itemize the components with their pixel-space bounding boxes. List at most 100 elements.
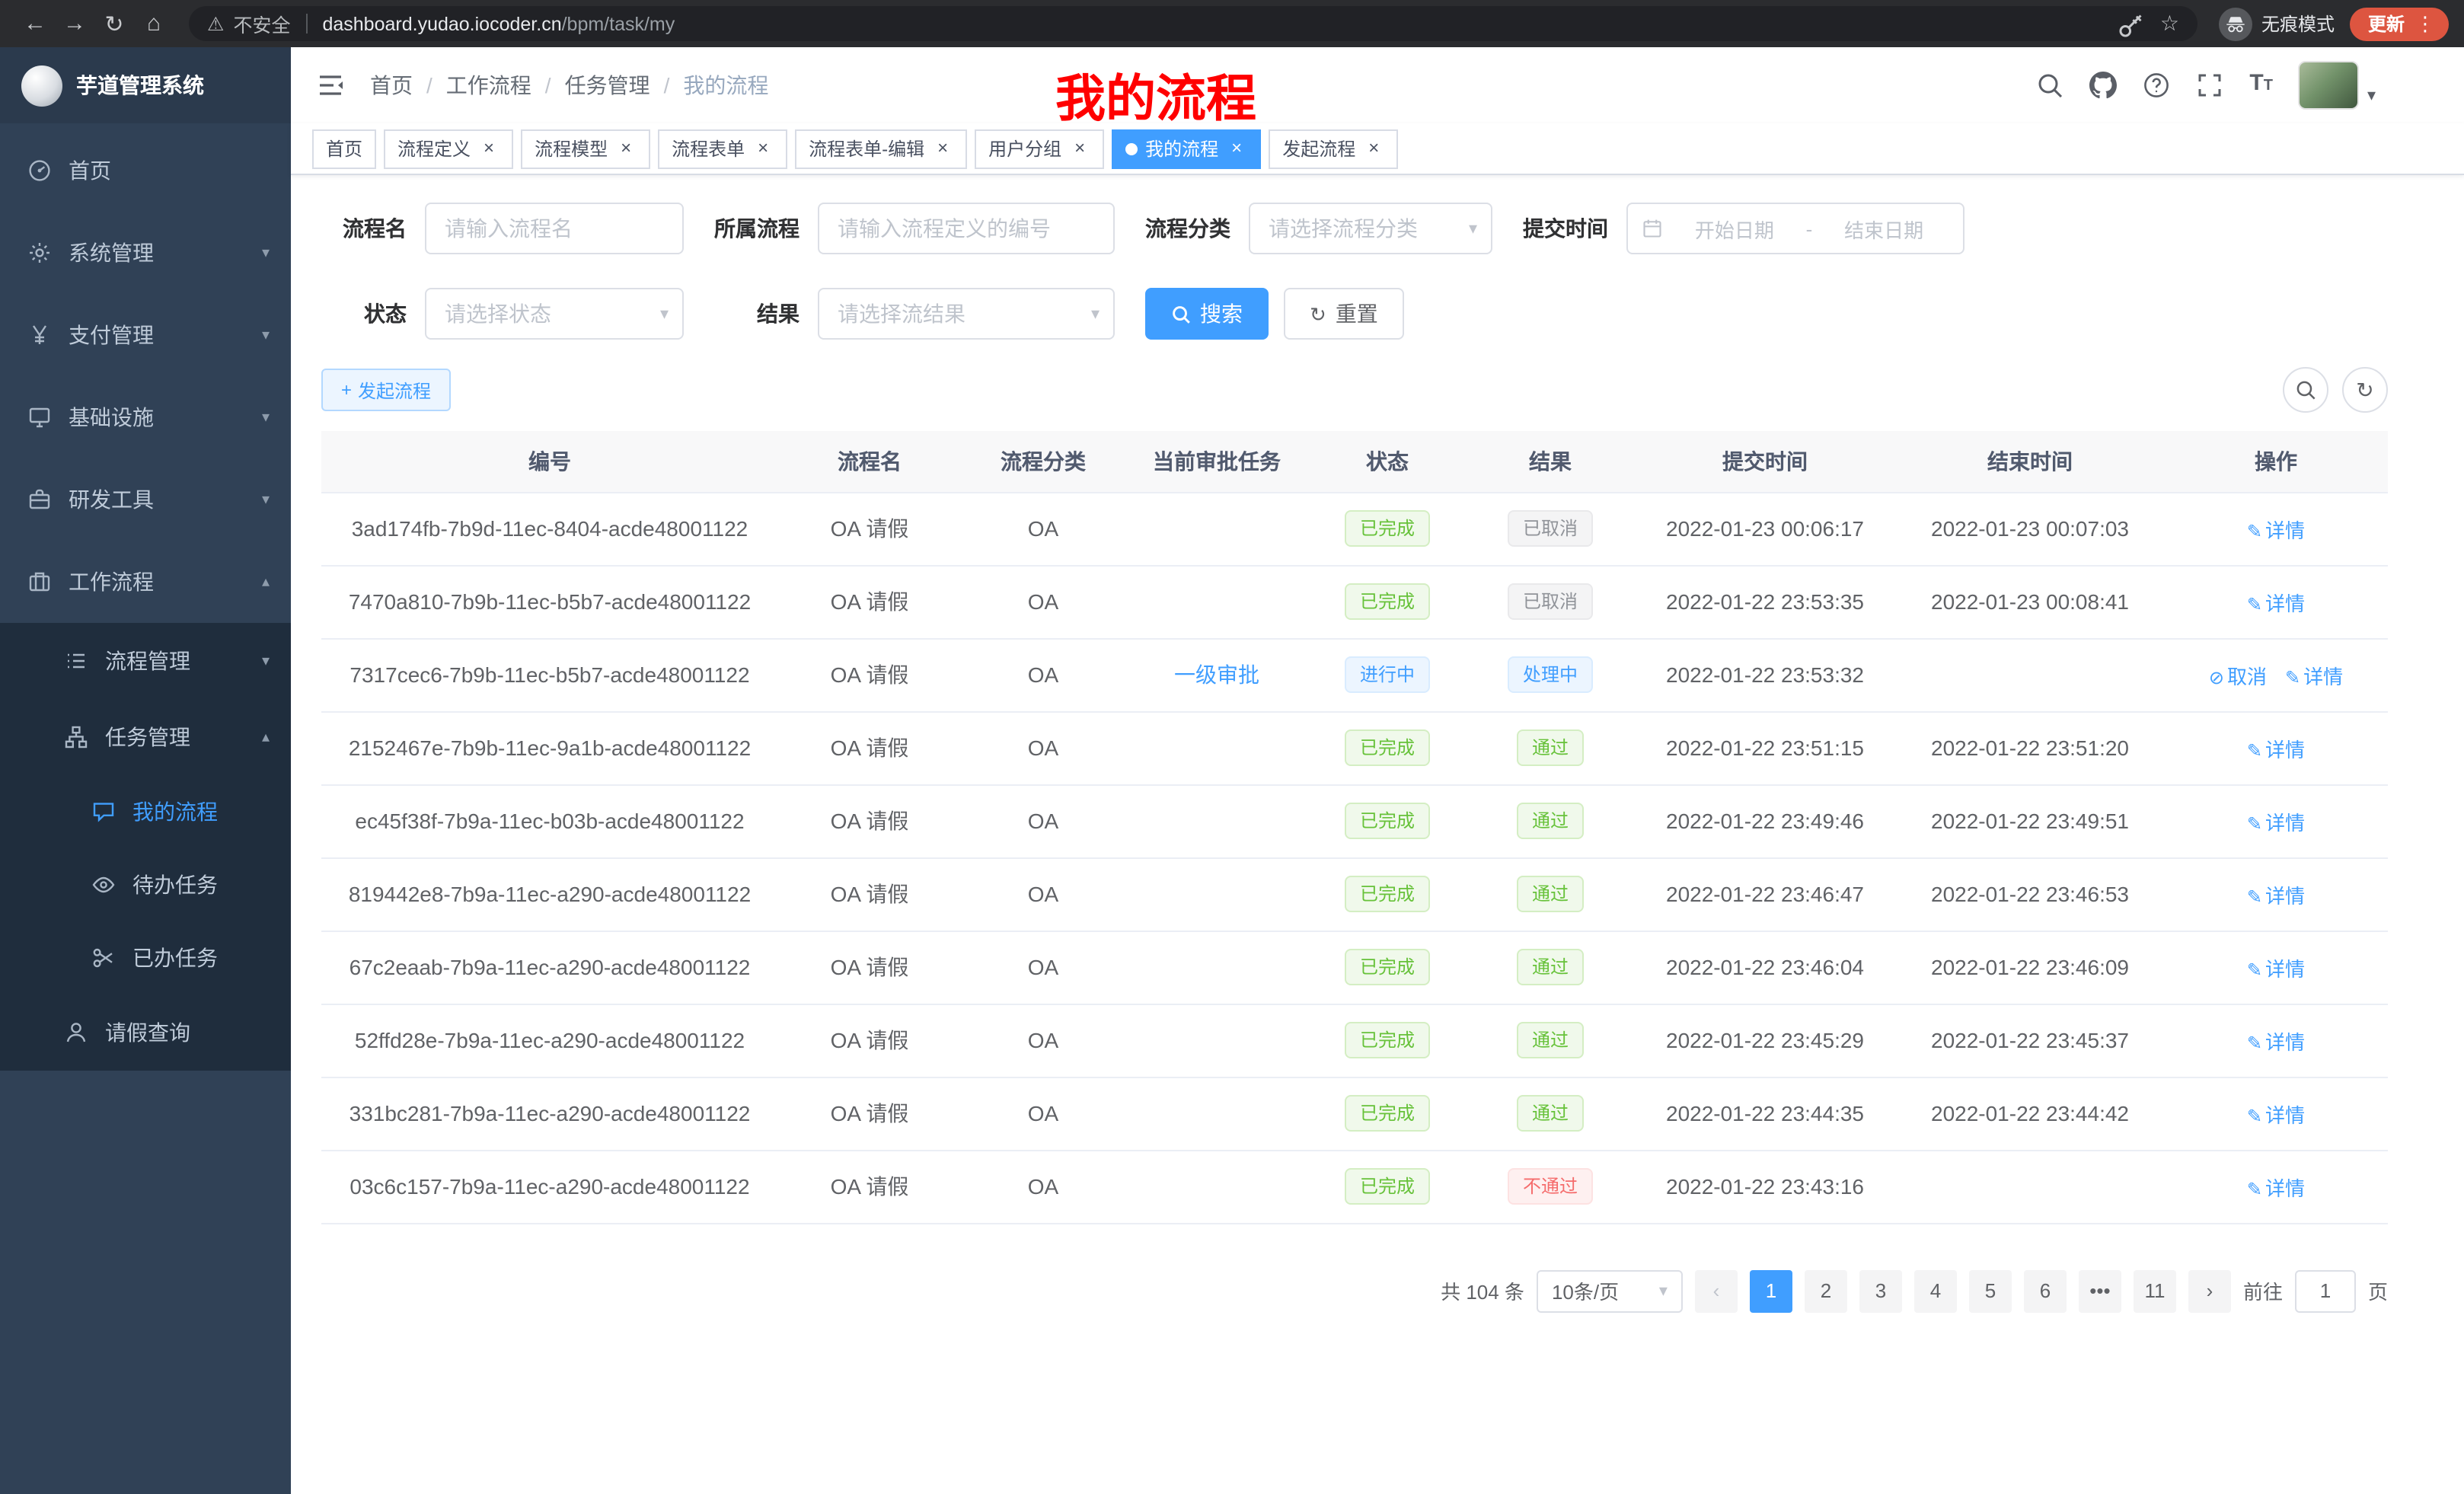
toggle-search-button[interactable] (2283, 367, 2328, 413)
filter-label-status: 状态 (343, 298, 407, 329)
submit-time-range-picker[interactable]: 开始日期 - 结束日期 (1626, 203, 1964, 254)
sidebar-item-infrastructure[interactable]: 基础设施 ▾ (0, 376, 291, 458)
detail-link[interactable]: ✎详情 (2247, 519, 2305, 541)
search-icon[interactable] (2036, 72, 2063, 99)
process-name-input[interactable] (425, 203, 684, 254)
status-select[interactable]: ▾ (425, 288, 684, 340)
view-tab[interactable]: 流程模型× (521, 129, 650, 168)
fullscreen-icon[interactable] (2196, 72, 2223, 99)
refresh-table-button[interactable]: ↻ (2342, 367, 2388, 413)
incognito-badge[interactable]: 无痕模式 (2219, 7, 2335, 40)
detail-link[interactable]: ✎详情 (2247, 738, 2305, 761)
tab-close-icon[interactable]: × (932, 138, 953, 159)
cell-status: 已完成 (1308, 492, 1467, 565)
sidebar-item-done-tasks[interactable]: 已办任务 (0, 921, 291, 994)
view-tab[interactable]: 流程表单-编辑× (795, 129, 967, 168)
page-number[interactable]: 6 (2024, 1269, 2067, 1312)
create-process-button[interactable]: + 发起流程 (321, 369, 451, 411)
process-def-input[interactable] (818, 203, 1115, 254)
goto-page-input[interactable] (2295, 1269, 2356, 1312)
edit-icon: ✎ (2247, 886, 2262, 907)
category-select[interactable]: ▾ (1249, 203, 1492, 254)
user-menu[interactable]: ▾ (2299, 61, 2376, 110)
tab-close-icon[interactable]: × (1363, 138, 1384, 159)
detail-link[interactable]: ✎详情 (2285, 665, 2343, 688)
sidebar-item-home[interactable]: 首页 (0, 129, 291, 212)
page-number[interactable]: 2 (1805, 1269, 1847, 1312)
detail-link[interactable]: ✎详情 (2247, 957, 2305, 980)
page-number[interactable]: 1 (1750, 1269, 1792, 1312)
page-more[interactable]: ••• (2079, 1269, 2121, 1312)
detail-link[interactable]: ✎详情 (2247, 884, 2305, 907)
github-icon[interactable] (2089, 72, 2117, 99)
sidebar-toggle-icon[interactable] (315, 73, 346, 97)
detail-link[interactable]: ✎详情 (2247, 1176, 2305, 1199)
current-task-link[interactable]: 一级审批 (1174, 662, 1259, 687)
tab-close-icon[interactable]: × (752, 138, 774, 159)
sidebar-item-workflow[interactable]: 工作流程 ▴ (0, 541, 291, 623)
breadcrumb-item[interactable]: 工作流程 (446, 70, 531, 101)
edit-icon: ✎ (2247, 959, 2262, 980)
password-key-icon[interactable] (2118, 11, 2142, 36)
view-tab[interactable]: 我的流程× (1112, 129, 1261, 168)
view-tab[interactable]: 用户分组× (975, 129, 1104, 168)
view-tab[interactable]: 发起流程× (1269, 129, 1398, 168)
search-button[interactable]: 搜索 (1145, 288, 1269, 340)
sidebar-item-devtools[interactable]: 研发工具 ▾ (0, 458, 291, 541)
site-security[interactable]: ⚠ 不安全 (207, 9, 290, 38)
page-number[interactable]: 3 (1859, 1269, 1902, 1312)
breadcrumb-item[interactable]: 首页 (370, 70, 413, 101)
page-number[interactable]: 11 (2134, 1269, 2176, 1312)
page-number[interactable]: 4 (1914, 1269, 1957, 1312)
detail-link[interactable]: ✎详情 (2247, 1103, 2305, 1126)
breadcrumb-item[interactable]: 任务管理 (565, 70, 650, 101)
prev-page-button[interactable]: ‹ (1695, 1269, 1738, 1312)
sidebar-item-leave-query[interactable]: 请假查询 (0, 994, 291, 1071)
cancel-link[interactable]: ⊘取消 (2209, 665, 2267, 688)
result-select[interactable]: ▾ (818, 288, 1115, 340)
category-select-input[interactable] (1249, 203, 1492, 254)
forward-icon[interactable]: → (55, 11, 94, 37)
cell-current-task (1125, 492, 1308, 565)
sidebar-item-payment[interactable]: 支付管理 ▾ (0, 294, 291, 376)
next-page-button[interactable]: › (2188, 1269, 2231, 1312)
update-button[interactable]: 更新 ⋮ (2350, 7, 2449, 40)
tab-close-icon[interactable]: × (1069, 138, 1090, 159)
cell-result: 处理中 (1467, 638, 1634, 711)
detail-link[interactable]: ✎详情 (2247, 592, 2305, 615)
result-select-input[interactable] (818, 288, 1115, 340)
back-icon[interactable]: ← (15, 11, 55, 37)
sidebar-item-my-process[interactable]: 我的流程 (0, 775, 291, 848)
reload-icon[interactable]: ↻ (94, 10, 134, 37)
detail-link[interactable]: ✎详情 (2247, 811, 2305, 834)
sidebar-item-process-management[interactable]: 流程管理 ▾ (0, 623, 291, 699)
sidebar-menu: 首页 系统管理 ▾ 支付管理 ▾ 基础设施 ▾ (0, 123, 291, 1071)
address-bar[interactable]: ⚠ 不安全 dashboard.yudao.iocoder.cn /bpm/ta… (189, 6, 2197, 41)
help-icon[interactable] (2143, 72, 2170, 99)
cell-current-task (1125, 1004, 1308, 1077)
font-size-icon[interactable]: TT (2249, 70, 2273, 101)
bookmark-star-icon[interactable]: ☆ (2160, 11, 2179, 37)
sidebar-item-system[interactable]: 系统管理 ▾ (0, 212, 291, 294)
sidebar-item-task-management[interactable]: 任务管理 ▴ (0, 699, 291, 775)
cell-result: 通过 (1467, 711, 1634, 784)
detail-link[interactable]: ✎详情 (2247, 1030, 2305, 1053)
column-header: 流程分类 (961, 431, 1125, 492)
tab-close-icon[interactable]: × (478, 138, 500, 159)
page-size-select[interactable]: 10条/页 ▾ (1537, 1269, 1683, 1312)
view-tab[interactable]: 首页 (312, 129, 376, 168)
cell-status: 已完成 (1308, 565, 1467, 638)
page-number[interactable]: 5 (1969, 1269, 2012, 1312)
status-select-input[interactable] (425, 288, 684, 340)
table-header: 编号 流程名 流程分类 当前审批任务 状态 结果 提交时间 结束时间 操作 (321, 431, 2388, 492)
view-tab[interactable]: 流程定义× (384, 129, 513, 168)
cell-process-name: OA 请假 (778, 857, 961, 931)
home-icon[interactable]: ⌂ (134, 11, 174, 37)
browser-menu-icon[interactable]: ⋮ (2415, 11, 2435, 36)
tab-close-icon[interactable]: × (615, 138, 637, 159)
app-logo[interactable]: 芋道管理系统 (0, 47, 291, 123)
view-tab[interactable]: 流程表单× (658, 129, 787, 168)
sidebar-item-todo-tasks[interactable]: 待办任务 (0, 848, 291, 921)
reset-button[interactable]: ↻ 重置 (1284, 288, 1404, 340)
tab-close-icon[interactable]: × (1226, 138, 1247, 159)
